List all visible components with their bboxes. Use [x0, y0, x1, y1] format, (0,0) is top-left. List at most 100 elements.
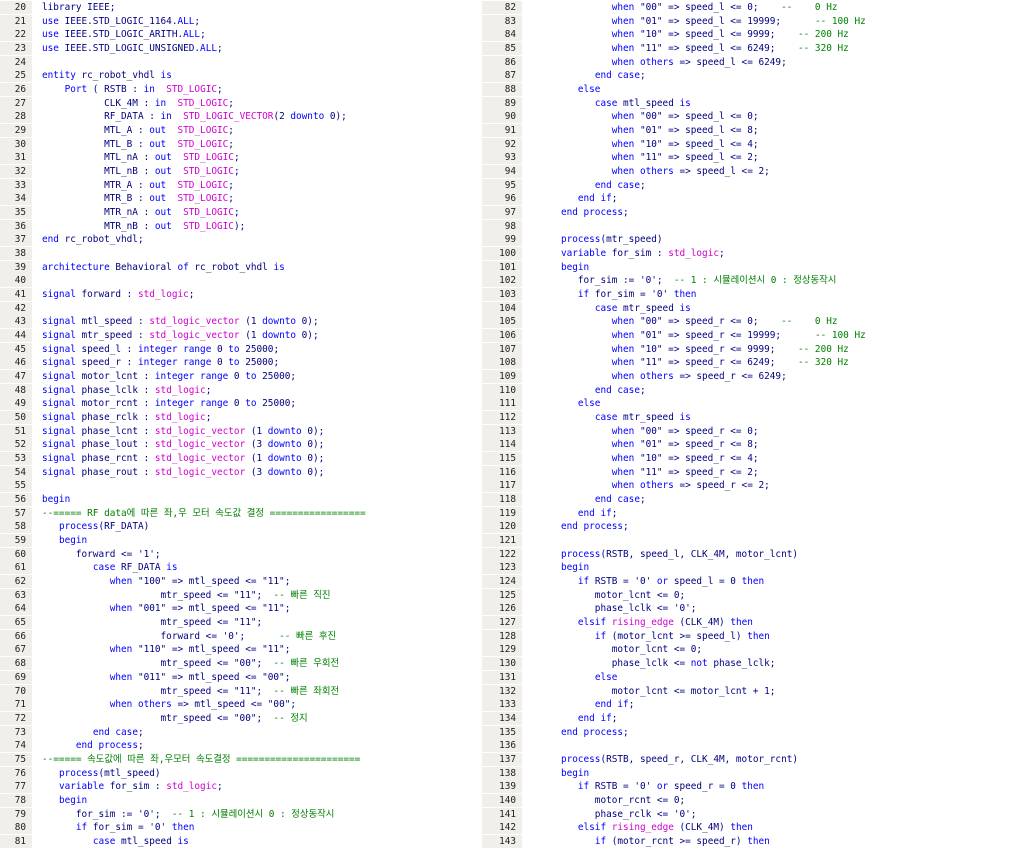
code-line[interactable]: 124 if RSTB = '0' or speed_l = 0 then: [482, 575, 1024, 589]
code-line[interactable]: 53 signal phase_rcnt : std_logic_vector (…: [0, 452, 506, 466]
code-line[interactable]: 107 when "10" => speed_r <= 9999; -- 200…: [482, 342, 1024, 356]
code-line[interactable]: 72 mtr_speed <= "00"; -- 정지: [0, 711, 506, 725]
code-line[interactable]: 119 end if;: [482, 506, 1024, 520]
code-line[interactable]: 89 case mtl_speed is: [482, 96, 1024, 110]
code-line[interactable]: 69 when "011" => mtl_speed <= "00";: [0, 670, 506, 684]
code-line[interactable]: 102 for_sim := '0'; -- 1 : 시뮬레이션시 0 : 정상…: [482, 274, 1024, 288]
code-line[interactable]: 75 --===== 속도값에 따른 좌,우모터 속도결정 ===========…: [0, 752, 506, 766]
code-line[interactable]: 114 when "01" => speed_r <= 8;: [482, 438, 1024, 452]
code-line[interactable]: 67 when "110" => mtl_speed <= "11";: [0, 643, 506, 657]
code-line[interactable]: 82 when "00" => speed_l <= 0; -- 0 Hz: [482, 1, 1024, 14]
code-line[interactable]: 43 signal mtl_speed : std_logic_vector (1…: [0, 315, 506, 329]
code-line[interactable]: 110 end case;: [482, 383, 1024, 397]
code-line[interactable]: 54 signal phase_rout : std_logic_vector (…: [0, 465, 506, 479]
code-line[interactable]: 64 when "001" => mtl_speed <= "11";: [0, 602, 506, 616]
code-line[interactable]: 42: [0, 301, 506, 315]
code-line[interactable]: 132 motor_lcnt <= motor_lcnt + 1;: [482, 684, 1024, 698]
code-line[interactable]: 68 mtr_speed <= "00"; -- 빠른 우회전: [0, 657, 506, 671]
code-line[interactable]: 38: [0, 247, 506, 261]
code-line[interactable]: 34 MTR_B : out STD_LOGIC;: [0, 192, 506, 206]
code-line[interactable]: 91 when "01" => speed_l <= 8;: [482, 124, 1024, 138]
code-line[interactable]: 112 case mtr_speed is: [482, 411, 1024, 425]
code-line[interactable]: 35 MTR_nA : out STD_LOGIC;: [0, 206, 506, 220]
code-line[interactable]: 70 mtr_speed <= "11"; -- 빠른 좌회전: [0, 684, 506, 698]
code-line[interactable]: 80 if for_sim = '0' then: [0, 821, 506, 835]
code-line[interactable]: 49 signal motor_rcnt : integer range 0 to…: [0, 397, 506, 411]
code-line[interactable]: 31 MTL_nA : out STD_LOGIC;: [0, 151, 506, 165]
code-line[interactable]: 93 when "11" => speed_l <= 2;: [482, 151, 1024, 165]
code-line[interactable]: 143 if (motor_rcnt >= speed_r) then: [482, 834, 1024, 848]
code-line[interactable]: 84 when "10" => speed_l <= 9999; -- 200 …: [482, 28, 1024, 42]
code-line[interactable]: 129 motor_lcnt <= 0;: [482, 643, 1024, 657]
code-line[interactable]: 65 mtr_speed <= "11";: [0, 616, 506, 630]
code-line[interactable]: 87 end case;: [482, 69, 1024, 83]
code-line[interactable]: 104 case mtr_speed is: [482, 301, 1024, 315]
code-line[interactable]: 133 end if;: [482, 698, 1024, 712]
code-line[interactable]: 126 phase_lclk <= '0';: [482, 602, 1024, 616]
code-line[interactable]: 26 Port ( RSTB : in STD_LOGIC;: [0, 83, 506, 97]
code-line[interactable]: 120 end process;: [482, 520, 1024, 534]
code-line[interactable]: 113 when "00" => speed_r <= 0;: [482, 424, 1024, 438]
code-line[interactable]: 94 when others => speed_l <= 2;: [482, 165, 1024, 179]
code-line[interactable]: 111 else: [482, 397, 1024, 411]
code-line[interactable]: 48 signal phase_lclk : std_logic;: [0, 383, 506, 397]
code-line[interactable]: 61 case RF_DATA is: [0, 561, 506, 575]
code-line[interactable]: 24: [0, 55, 506, 69]
code-line[interactable]: 135 end process;: [482, 725, 1024, 739]
code-line[interactable]: 106 when "01" => speed_r <= 19999; -- 10…: [482, 329, 1024, 343]
code-line[interactable]: 86 when others => speed_l <= 6249;: [482, 55, 1024, 69]
code-line[interactable]: 103 if for_sim = '0' then: [482, 288, 1024, 302]
code-line[interactable]: 33 MTR_A : out STD_LOGIC;: [0, 178, 506, 192]
code-line[interactable]: 138 begin: [482, 766, 1024, 780]
code-line[interactable]: 98: [482, 219, 1024, 233]
code-line[interactable]: 127 elsif rising_edge (CLK_4M) then: [482, 616, 1024, 630]
code-line[interactable]: 77 variable for_sim : std_logic;: [0, 780, 506, 794]
code-line[interactable]: 47 signal motor_lcnt : integer range 0 to…: [0, 370, 506, 384]
code-line[interactable]: 141 phase_rclk <= '0';: [482, 807, 1024, 821]
code-pane-right[interactable]: 82 when "00" => speed_l <= 0; -- 0 Hz 83 …: [482, 0, 1024, 853]
code-line[interactable]: 50 signal phase_rclk : std_logic;: [0, 411, 506, 425]
code-line[interactable]: 101 begin: [482, 260, 1024, 274]
code-line[interactable]: 73 end case;: [0, 725, 506, 739]
code-line[interactable]: 30 MTL_B : out STD_LOGIC;: [0, 137, 506, 151]
code-line[interactable]: 105 when "00" => speed_r <= 0; -- 0 Hz: [482, 315, 1024, 329]
code-line[interactable]: 118 end case;: [482, 493, 1024, 507]
code-line[interactable]: 28 RF_DATA : in STD_LOGIC_VECTOR(2 downt…: [0, 110, 506, 124]
code-line[interactable]: 123 begin: [482, 561, 1024, 575]
code-line[interactable]: 115 when "10" => speed_r <= 4;: [482, 452, 1024, 466]
code-line[interactable]: 108 when "11" => speed_r <= 6249; -- 320…: [482, 356, 1024, 370]
code-line[interactable]: 27 CLK_4M : in STD_LOGIC;: [0, 96, 506, 110]
code-line[interactable]: 57 --===== RF data에 따른 좌,우 모터 속도값 결정 ====…: [0, 506, 506, 520]
code-line[interactable]: 25 entity rc_robot_vhdl is: [0, 69, 506, 83]
code-line[interactable]: 121: [482, 534, 1024, 548]
code-line[interactable]: 99 process(mtr_speed): [482, 233, 1024, 247]
code-line[interactable]: 66 forward <= '0'; -- 빠른 후진: [0, 629, 506, 643]
code-line[interactable]: 130 phase_lclk <= not phase_lclk;: [482, 657, 1024, 671]
code-line[interactable]: 142 elsif rising_edge (CLK_4M) then: [482, 821, 1024, 835]
code-line[interactable]: 46 signal speed_r : integer range 0 to 25…: [0, 356, 506, 370]
code-line[interactable]: 40: [0, 274, 506, 288]
code-line[interactable]: 63 mtr_speed <= "11"; -- 빠른 직진: [0, 588, 506, 602]
code-line[interactable]: 74 end process;: [0, 739, 506, 753]
code-line[interactable]: 79 for_sim := '0'; -- 1 : 시뮬레이션시 0 : 정상동…: [0, 807, 506, 821]
code-line[interactable]: 92 when "10" => speed_l <= 4;: [482, 137, 1024, 151]
code-line[interactable]: 78 begin: [0, 793, 506, 807]
code-line[interactable]: 32 MTL_nB : out STD_LOGIC;: [0, 165, 506, 179]
code-line[interactable]: 88 else: [482, 83, 1024, 97]
code-line[interactable]: 23 use IEEE.STD_LOGIC_UNSIGNED.ALL;: [0, 42, 506, 55]
code-line[interactable]: 58 process(RF_DATA): [0, 520, 506, 534]
code-line[interactable]: 56 begin: [0, 493, 506, 507]
code-line[interactable]: 117 when others => speed_r <= 2;: [482, 479, 1024, 493]
code-line[interactable]: 83 when "01" => speed_l <= 19999; -- 100…: [482, 14, 1024, 28]
code-line[interactable]: 62 when "100" => mtl_speed <= "11";: [0, 575, 506, 589]
code-line[interactable]: 39 architecture Behavioral of rc_robot_vh…: [0, 260, 506, 274]
code-line[interactable]: 22 use IEEE.STD_LOGIC_ARITH.ALL;: [0, 28, 506, 42]
code-line[interactable]: 76 process(mtl_speed): [0, 766, 506, 780]
code-line[interactable]: 90 when "00" => speed_l <= 0;: [482, 110, 1024, 124]
code-line[interactable]: 85 when "11" => speed_l <= 6249; -- 320 …: [482, 42, 1024, 55]
code-line[interactable]: 139 if RSTB = '0' or speed_r = 0 then: [482, 780, 1024, 794]
code-line[interactable]: 136: [482, 739, 1024, 753]
code-line[interactable]: 100 variable for_sim : std_logic;: [482, 247, 1024, 261]
code-line[interactable]: 36 MTR_nB : out STD_LOGIC);: [0, 219, 506, 233]
code-line[interactable]: 95 end case;: [482, 178, 1024, 192]
